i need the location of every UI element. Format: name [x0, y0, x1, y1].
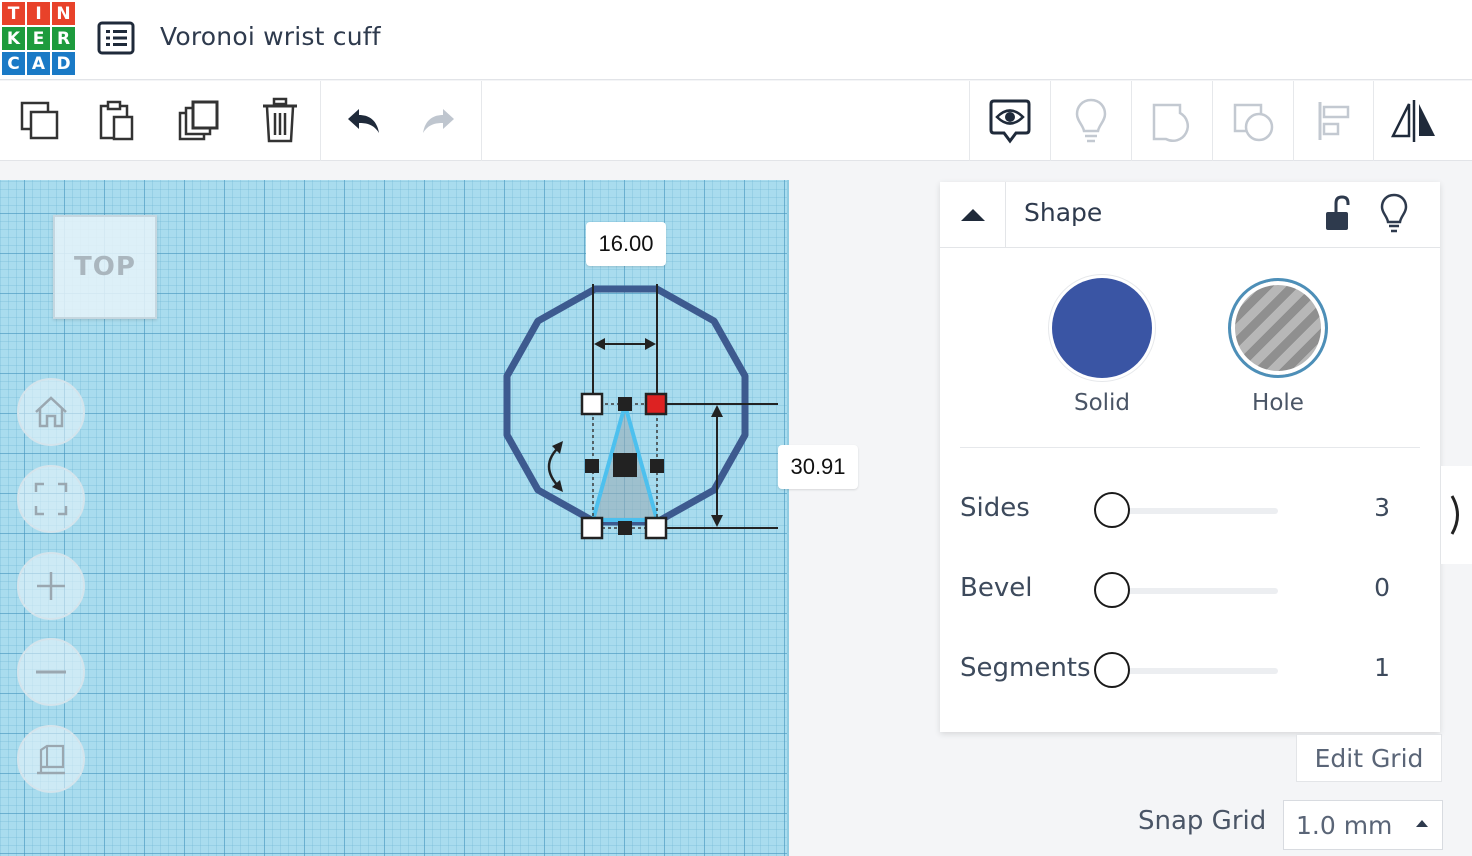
- notes-icon: [989, 99, 1031, 144]
- param-label: Segments: [960, 653, 1091, 683]
- slider-track[interactable]: [1112, 508, 1278, 514]
- center-handle[interactable]: [613, 453, 637, 477]
- chevron-right-icon: [1450, 495, 1459, 535]
- rotate-icon[interactable]: [547, 441, 563, 492]
- ungroup-button[interactable]: [1213, 81, 1293, 161]
- caret-up-icon: [960, 209, 985, 221]
- align-button[interactable]: [1294, 81, 1374, 161]
- mirror-button[interactable]: [1374, 81, 1454, 161]
- zoom-out-icon: [36, 670, 66, 674]
- hole-swatch[interactable]: [1228, 278, 1328, 378]
- hide-button[interactable]: [1378, 192, 1410, 234]
- mirror-icon: [1390, 100, 1435, 142]
- zoom-out-button[interactable]: [17, 638, 85, 706]
- group-button[interactable]: [1132, 81, 1212, 161]
- width-value-label[interactable]: 16.00: [586, 222, 666, 266]
- collapse-panel-button[interactable]: [940, 182, 1006, 248]
- param-label: Sides: [960, 493, 1030, 523]
- light-bulb-icon: [1380, 193, 1408, 233]
- corner-handle-bottom-right[interactable]: [644, 516, 668, 540]
- corner-handle-top-left[interactable]: [580, 392, 604, 416]
- edge-handle-bottom[interactable]: [618, 521, 632, 535]
- home-icon: [35, 396, 67, 428]
- edge-handle-left[interactable]: [585, 459, 599, 473]
- light-bulb-icon: [1075, 98, 1107, 143]
- ungroup-icon: [1233, 103, 1274, 142]
- fit-view-button[interactable]: [17, 465, 85, 533]
- hole-label: Hole: [1252, 390, 1304, 416]
- snap-grid-value: 1.0 mm: [1296, 810, 1393, 840]
- light-button[interactable]: [1051, 81, 1131, 161]
- tinkercad-editor: TINKERCAD Voronoi wrist cuff 16.00 30.91…: [0, 0, 1472, 856]
- solid-color-swatch[interactable]: [1052, 278, 1152, 378]
- shape-inspector-panel: Shape Solid Hole Sides 3 Bevel 0 Segment…: [940, 182, 1440, 732]
- param-value[interactable]: 0: [1320, 573, 1390, 602]
- selected-shapes[interactable]: [0, 0, 800, 856]
- edit-grid-button[interactable]: Edit Grid: [1296, 734, 1442, 782]
- shape-panel-title: Shape: [1024, 198, 1103, 227]
- panel-divider: [960, 447, 1420, 448]
- snap-grid-label: Snap Grid: [1138, 806, 1267, 836]
- slider-track[interactable]: [1112, 668, 1278, 674]
- view-cube[interactable]: TOP: [53, 215, 157, 319]
- align-icon: [1318, 102, 1350, 140]
- slider-knob[interactable]: [1094, 652, 1130, 688]
- expand-shapes-panel-button[interactable]: [1440, 466, 1472, 564]
- lock-button[interactable]: [1322, 194, 1354, 234]
- slider-track[interactable]: [1112, 588, 1278, 594]
- corner-handle-top-right[interactable]: [644, 392, 668, 416]
- unlock-icon: [1326, 195, 1350, 230]
- corner-handle-bottom-left[interactable]: [580, 516, 604, 540]
- view-cube-label: TOP: [74, 252, 136, 282]
- zoom-in-icon: [37, 572, 65, 600]
- snap-grid-select[interactable]: 1.0 mm: [1283, 800, 1443, 850]
- projection-button[interactable]: [17, 725, 85, 793]
- edge-handle-right[interactable]: [650, 459, 664, 473]
- height-value-label[interactable]: 30.91: [778, 445, 858, 489]
- slider-knob[interactable]: [1094, 572, 1130, 608]
- param-value[interactable]: 3: [1320, 493, 1390, 522]
- slider-knob[interactable]: [1094, 492, 1130, 528]
- solid-label: Solid: [1073, 390, 1131, 416]
- param-label: Bevel: [960, 573, 1033, 603]
- group-icon: [1152, 103, 1190, 142]
- fit-all-icon: [34, 482, 68, 516]
- shape-panel-header: Shape: [940, 182, 1440, 248]
- caret-up-icon: [1416, 820, 1428, 827]
- param-value[interactable]: 1: [1320, 653, 1390, 682]
- edge-handle-top[interactable]: [618, 397, 632, 411]
- home-view-button[interactable]: [17, 378, 85, 446]
- projection-icon: [37, 744, 65, 775]
- zoom-in-button[interactable]: [17, 552, 85, 620]
- notes-button[interactable]: [970, 81, 1050, 161]
